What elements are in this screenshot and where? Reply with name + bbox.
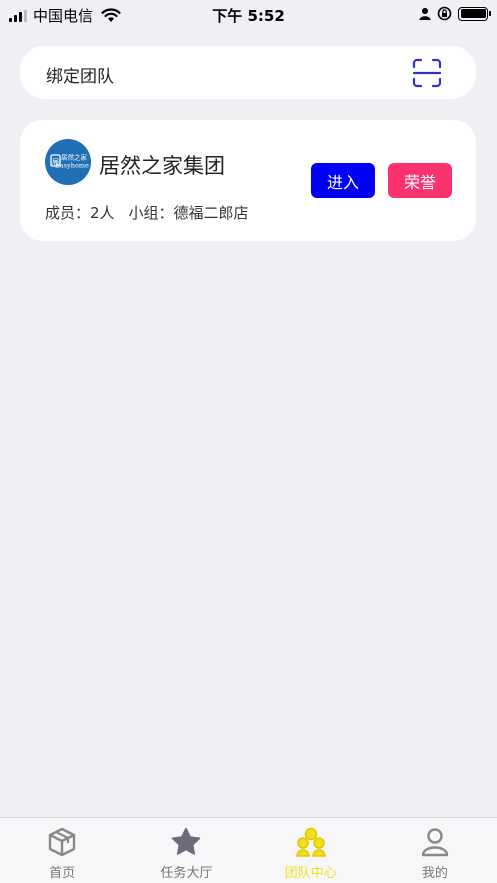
tab-home[interactable]: 首页 xyxy=(0,818,124,883)
scan-icon[interactable] xyxy=(412,58,442,88)
team-name: 居然之家集团 xyxy=(99,154,225,178)
person-icon xyxy=(419,8,431,20)
tab-task-hall-label: 任务大厅 xyxy=(160,866,213,881)
team-logo-subtext: Easyhome xyxy=(55,162,89,170)
user-icon xyxy=(421,828,449,857)
status-bar: 中国电信 下午 5:52 xyxy=(0,0,497,30)
rotation-lock-icon xyxy=(437,6,452,21)
team-members: 成员：2人 xyxy=(45,204,115,222)
team-logo-text: 居然之家 xyxy=(61,153,88,162)
tab-home-label: 首页 xyxy=(49,866,76,881)
team-icon xyxy=(295,827,326,857)
honor-button[interactable]: 荣誉 xyxy=(388,163,452,198)
bind-team-label: 绑定团队 xyxy=(46,67,114,87)
team-meta: 成员：2人 小组：德福二郎店 xyxy=(45,202,249,223)
enter-button[interactable]: 进入 xyxy=(311,163,375,198)
status-right xyxy=(419,6,491,21)
tab-team-center-label: 团队中心 xyxy=(284,866,337,881)
team-logo-image: 居 居然之家 Easyhome xyxy=(50,153,89,170)
star-icon xyxy=(172,827,201,855)
tab-mine-label: 我的 xyxy=(421,866,448,881)
battery-icon xyxy=(458,6,491,21)
tab-task-hall[interactable]: 任务大厅 xyxy=(124,818,248,883)
team-card: 居 居然之家 Easyhome 居然之家集团 成员：2人 小组：德福二郎店 进入… xyxy=(20,120,476,241)
team-logo: 居 居然之家 Easyhome xyxy=(45,139,91,185)
team-group: 小组：德福二郎店 xyxy=(128,204,249,222)
tab-mine[interactable]: 我的 xyxy=(373,818,497,883)
tab-team-center[interactable]: 团队中心 xyxy=(249,818,373,883)
bind-team-bar[interactable]: 绑定团队 xyxy=(20,46,476,99)
box-icon xyxy=(48,827,76,857)
tab-bar: 首页 任务大厅 团队中心 我的 xyxy=(0,817,497,883)
